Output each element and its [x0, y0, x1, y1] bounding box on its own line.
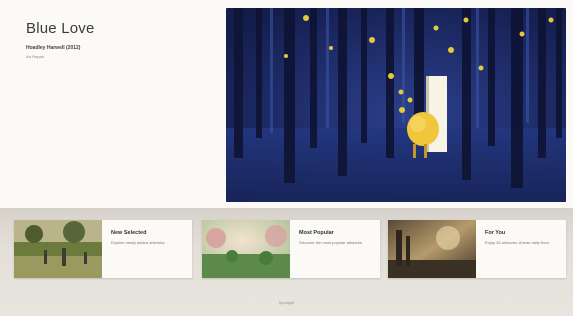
collection-thumbnail	[14, 220, 102, 278]
collection-desc: Enjoy 25 artworks. Ahead daily from.	[485, 240, 550, 245]
spotlight-label: Spotlight	[278, 300, 295, 305]
collection-card-text: For You Enjoy 25 artworks. Ahead daily f…	[476, 220, 555, 278]
collection-card-text: New Selected Explore newly added artwork…	[102, 220, 181, 278]
collection-title: Most Popular	[299, 230, 334, 236]
artwork-info: Blue Love Hoadley Harwell (2012) Art Rep…	[26, 20, 206, 59]
collection-card-for-you[interactable]: For You Enjoy 25 artworks. Ahead daily f…	[388, 220, 566, 278]
landscape-painting-thumb	[388, 220, 476, 278]
featured-artwork-image[interactable]	[226, 8, 566, 202]
artwork-title: Blue Love	[26, 20, 95, 37]
collection-desc: Explore newly added artworks.	[111, 240, 166, 245]
artwork-subtitle: Hoadley Harwell (2012)	[26, 45, 81, 51]
collection-card-new-selected[interactable]: New Selected Explore newly added artwork…	[14, 220, 192, 278]
collection-card-text: Most Popular Discover the most popular a…	[290, 220, 369, 278]
collection-title: For You	[485, 230, 506, 236]
collection-desc: Discover the most popular artworks.	[299, 240, 363, 245]
collections-shelf: New Selected Explore newly added artwork…	[0, 208, 573, 316]
artwork-detail-area: Blue Love Hoadley Harwell (2012) Art Rep…	[0, 0, 573, 208]
collection-thumbnail	[202, 220, 290, 278]
collection-card-most-popular[interactable]: Most Popular Discover the most popular a…	[202, 220, 380, 278]
artwork-artist: Art Repair	[26, 54, 45, 59]
park-painting-thumb	[14, 220, 102, 278]
forest-painting	[226, 8, 566, 202]
collection-title: New Selected	[111, 230, 147, 236]
collection-thumbnail	[388, 220, 476, 278]
meadow-painting-thumb	[202, 220, 290, 278]
